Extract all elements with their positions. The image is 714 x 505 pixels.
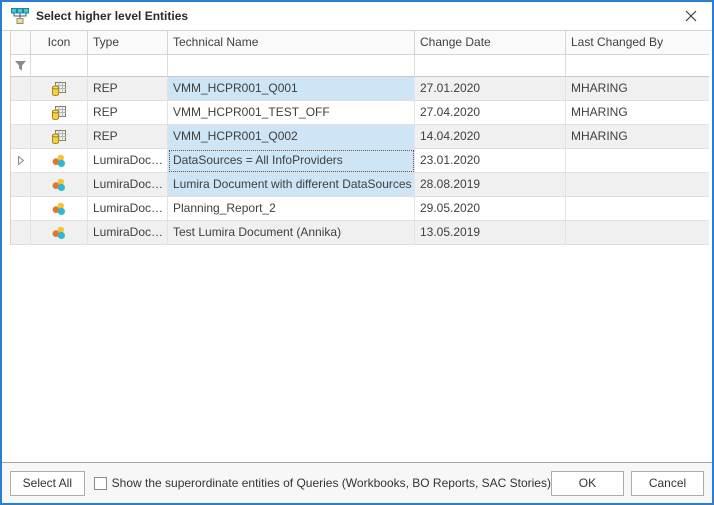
change-date-cell[interactable]: 13.05.2019 (415, 221, 566, 245)
select-all-button[interactable]: Select All (10, 471, 85, 496)
change-date-cell[interactable]: 28.08.2019 (415, 173, 566, 197)
type-cell[interactable]: LumiraDocum... (88, 149, 168, 173)
entity-icon-cell (31, 197, 88, 221)
technical-name-cell[interactable]: Lumira Document with different DataSourc… (168, 173, 415, 197)
table-row[interactable]: REPVMM_HCPR001_Q00127.01.2020MHARING (11, 77, 703, 101)
ok-button[interactable]: OK (551, 471, 624, 496)
filter-row-button[interactable] (11, 55, 31, 77)
report-icon (51, 105, 67, 121)
select-higher-level-entities-dialog: Select higher level Entities Icon Type T… (0, 0, 714, 505)
grid-filter-row (11, 55, 703, 77)
technical-name-cell[interactable]: VMM_HCPR001_TEST_OFF (168, 101, 415, 125)
type-cell[interactable]: LumiraDocum... (88, 221, 168, 245)
type-cell[interactable]: REP (88, 101, 168, 125)
filter-input-icon[interactable] (31, 55, 88, 77)
type-cell[interactable]: LumiraDocum... (88, 197, 168, 221)
last-changed-by-cell[interactable] (566, 197, 709, 221)
type-cell[interactable]: REP (88, 125, 168, 149)
table-row[interactable]: REPVMM_HCPR001_Q00214.04.2020MHARING (11, 125, 703, 149)
lumira-document-icon (51, 153, 67, 169)
change-date-cell[interactable]: 29.05.2020 (415, 197, 566, 221)
dialog-titlebar: Select higher level Entities (2, 2, 712, 31)
current-row-arrow-icon (18, 156, 24, 165)
dialog-title: Select higher level Entities (36, 9, 188, 23)
entity-icon-cell (31, 101, 88, 125)
report-icon (51, 81, 67, 97)
filter-funnel-icon (14, 60, 27, 72)
entity-icon-cell (31, 149, 88, 173)
last-changed-by-cell[interactable]: MHARING (566, 77, 709, 101)
entity-icon-cell (31, 77, 88, 101)
header-gutter-cell (11, 31, 31, 55)
change-date-cell[interactable]: 27.01.2020 (415, 77, 566, 101)
entity-icon-cell (31, 125, 88, 149)
lumira-document-icon (51, 177, 67, 193)
change-date-cell[interactable]: 27.04.2020 (415, 101, 566, 125)
row-indicator-cell (11, 173, 31, 197)
cancel-button[interactable]: Cancel (631, 471, 704, 496)
last-changed-by-cell[interactable]: MHARING (566, 101, 709, 125)
hierarchy-icon (11, 8, 29, 24)
superordinate-checkbox-group[interactable]: Show the superordinate entities of Queri… (94, 476, 551, 490)
technical-name-cell[interactable]: Planning_Report_2 (168, 197, 415, 221)
column-header-last-changed-by[interactable]: Last Changed By (566, 31, 709, 55)
column-header-icon[interactable]: Icon (31, 31, 88, 55)
row-indicator-cell (11, 221, 31, 245)
filter-input-type[interactable] (88, 55, 168, 77)
technical-name-cell[interactable]: Test Lumira Document (Annika) (168, 221, 415, 245)
superordinate-checkbox-label[interactable]: Show the superordinate entities of Queri… (112, 476, 551, 490)
report-icon (51, 129, 67, 145)
technical-name-cell[interactable]: DataSources = All InfoProviders (168, 149, 415, 173)
type-cell[interactable]: REP (88, 77, 168, 101)
column-header-type[interactable]: Type (88, 31, 168, 55)
change-date-cell[interactable]: 23.01.2020 (415, 149, 566, 173)
table-row[interactable]: REPVMM_HCPR001_TEST_OFF27.04.2020MHARING (11, 101, 703, 125)
close-button[interactable] (680, 5, 702, 27)
lumira-document-icon (51, 201, 67, 217)
lumira-document-icon (51, 225, 67, 241)
row-indicator-cell (11, 77, 31, 101)
close-icon (685, 10, 697, 22)
grid-area: Icon Type Technical Name Change Date Las… (2, 31, 712, 462)
entity-icon-cell (31, 221, 88, 245)
filter-input-change-date[interactable] (415, 55, 566, 77)
table-row[interactable]: LumiraDocum...DataSources = All InfoProv… (11, 149, 703, 173)
table-row[interactable]: LumiraDocum...Test Lumira Document (Anni… (11, 221, 703, 245)
superordinate-checkbox[interactable] (94, 477, 107, 490)
row-indicator-cell (11, 125, 31, 149)
row-indicator-cell (11, 149, 31, 173)
grid-header-row: Icon Type Technical Name Change Date Las… (11, 31, 703, 55)
column-header-technical-name[interactable]: Technical Name (168, 31, 415, 55)
entities-grid: Icon Type Technical Name Change Date Las… (10, 31, 704, 245)
technical-name-cell[interactable]: VMM_HCPR001_Q002 (168, 125, 415, 149)
dialog-footer: Select All Show the superordinate entiti… (2, 462, 712, 503)
last-changed-by-cell[interactable] (566, 173, 709, 197)
row-indicator-cell (11, 101, 31, 125)
table-row[interactable]: LumiraDocum...Planning_Report_229.05.202… (11, 197, 703, 221)
filter-input-last-changed-by[interactable] (566, 55, 709, 77)
column-header-change-date[interactable]: Change Date (415, 31, 566, 55)
last-changed-by-cell[interactable]: MHARING (566, 125, 709, 149)
grid-body: REPVMM_HCPR001_Q00127.01.2020MHARINGREPV… (11, 77, 703, 245)
last-changed-by-cell[interactable] (566, 149, 709, 173)
change-date-cell[interactable]: 14.04.2020 (415, 125, 566, 149)
technical-name-cell[interactable]: VMM_HCPR001_Q001 (168, 77, 415, 101)
entity-icon-cell (31, 173, 88, 197)
row-indicator-cell (11, 197, 31, 221)
filter-input-technical-name[interactable] (168, 55, 415, 77)
last-changed-by-cell[interactable] (566, 221, 709, 245)
type-cell[interactable]: LumiraDocum... (88, 173, 168, 197)
table-row[interactable]: LumiraDocum...Lumira Document with diffe… (11, 173, 703, 197)
